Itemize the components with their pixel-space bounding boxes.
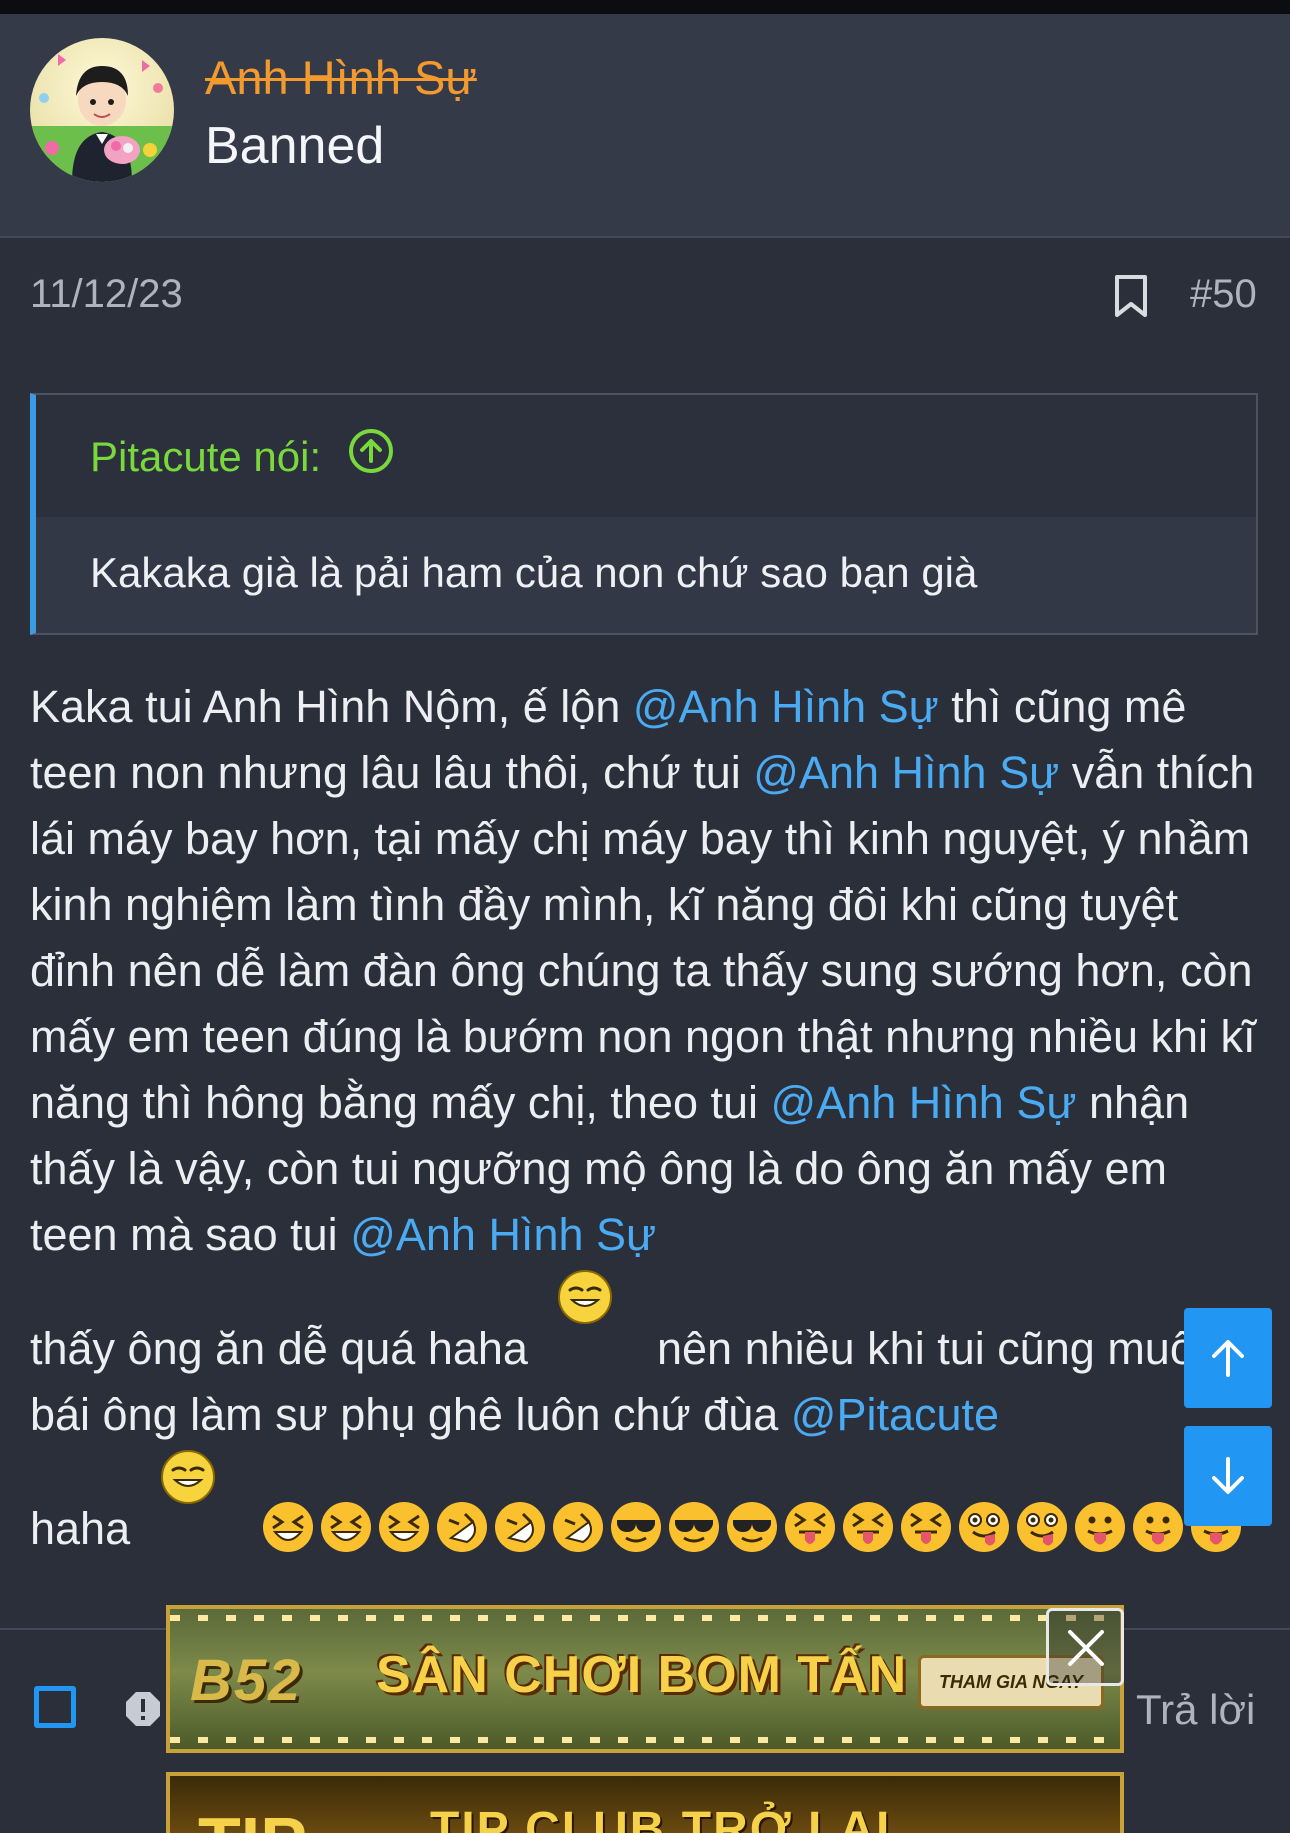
message-text: vẫn thích lái máy bay hơn, tại mấy chị m… xyxy=(30,747,1256,1128)
bookmark-icon[interactable] xyxy=(1112,274,1150,318)
emoji-rofl xyxy=(553,1502,604,1552)
mention-link[interactable]: @Anh Hình Sự xyxy=(753,747,1059,798)
emoji-squint-tongue xyxy=(901,1502,952,1552)
post-date[interactable]: 11/12/23 xyxy=(30,272,183,317)
ad-headline: SÂN CHƠI BOM TẤN xyxy=(376,1646,908,1704)
emoji-smile xyxy=(160,1450,215,1504)
username-link[interactable]: Anh Hình Sự xyxy=(205,50,477,105)
emoji-sunglasses xyxy=(669,1502,720,1552)
emoji-tongue xyxy=(1133,1502,1184,1552)
message-text: haha xyxy=(30,1503,131,1554)
scroll-to-top-button[interactable] xyxy=(1184,1308,1272,1408)
emoji-squint-tongue xyxy=(843,1502,894,1552)
quote-text: Kakaka già là pải ham của non chứ sao bạ… xyxy=(90,549,978,596)
emoji-row xyxy=(259,1502,1245,1554)
message-text: Kaka tui Anh Hình Nộm, ế lộn xyxy=(30,681,633,732)
ad-banner-secondary[interactable]: TIP TIP CLUB TRỞ LẠI xyxy=(166,1772,1124,1833)
mention-link[interactable]: @Anh Hình Sự xyxy=(771,1077,1077,1128)
mention-link[interactable]: @Pitacute xyxy=(791,1389,999,1440)
select-post-checkbox[interactable] xyxy=(34,1686,76,1728)
post-message: Kaka tui Anh Hình Nộm, ế lộn @Anh Hình S… xyxy=(30,674,1260,1562)
ad-decoration xyxy=(170,1737,1120,1743)
emoji-wink-tongue xyxy=(1017,1502,1068,1552)
post-number-link[interactable]: #50 xyxy=(1190,272,1257,317)
quote-author-link[interactable]: Pitacute nói: xyxy=(90,433,321,481)
close-icon xyxy=(1068,1630,1104,1666)
ad-logo: B52 xyxy=(190,1648,303,1713)
ad-banner[interactable]: B52 SÂN CHƠI BOM TẤN THAM GIA NGAY xyxy=(166,1605,1124,1753)
emoji-laughing xyxy=(321,1502,372,1552)
message-text: thấy ông ăn dễ quá haha xyxy=(30,1323,528,1374)
ad-secondary-logo: TIP xyxy=(198,1802,307,1833)
quote-block: Pitacute nói: Kakaka già là pải ham của … xyxy=(30,393,1258,635)
avatar-image xyxy=(30,38,174,182)
emoji-laughing xyxy=(379,1502,430,1552)
emoji-sunglasses xyxy=(727,1502,778,1552)
emoji-squint-tongue xyxy=(785,1502,836,1552)
emoji-rofl xyxy=(437,1502,488,1552)
ad-secondary-headline: TIP CLUB TRỞ LẠI xyxy=(430,1803,892,1833)
user-avatar[interactable] xyxy=(30,38,174,182)
report-icon[interactable] xyxy=(124,1690,162,1728)
arrow-up-icon xyxy=(1212,1340,1244,1377)
mention-link[interactable]: @Anh Hình Sự xyxy=(633,681,939,732)
emoji-laughing xyxy=(263,1502,314,1552)
emoji-sunglasses xyxy=(611,1502,662,1552)
user-title: Banned xyxy=(205,117,385,175)
quote-header: Pitacute nói: xyxy=(36,395,1256,517)
post-user-header: Anh Hình Sự Banned xyxy=(0,14,1290,238)
scroll-to-bottom-button[interactable] xyxy=(1184,1426,1272,1526)
ad-decoration xyxy=(170,1615,1120,1621)
mention-link[interactable]: @Anh Hình Sự xyxy=(350,1209,656,1260)
ad-close-button[interactable] xyxy=(1046,1608,1124,1686)
emoji-tongue xyxy=(1075,1502,1126,1552)
emoji-smile xyxy=(558,1270,613,1324)
emoji-rofl xyxy=(495,1502,546,1552)
arrow-down-icon xyxy=(1212,1457,1244,1494)
reply-button[interactable]: Trả lời xyxy=(1136,1686,1255,1734)
emoji-wink-tongue xyxy=(959,1502,1010,1552)
status-bar xyxy=(0,0,1290,14)
arrow-up-circle-icon[interactable] xyxy=(348,428,394,474)
